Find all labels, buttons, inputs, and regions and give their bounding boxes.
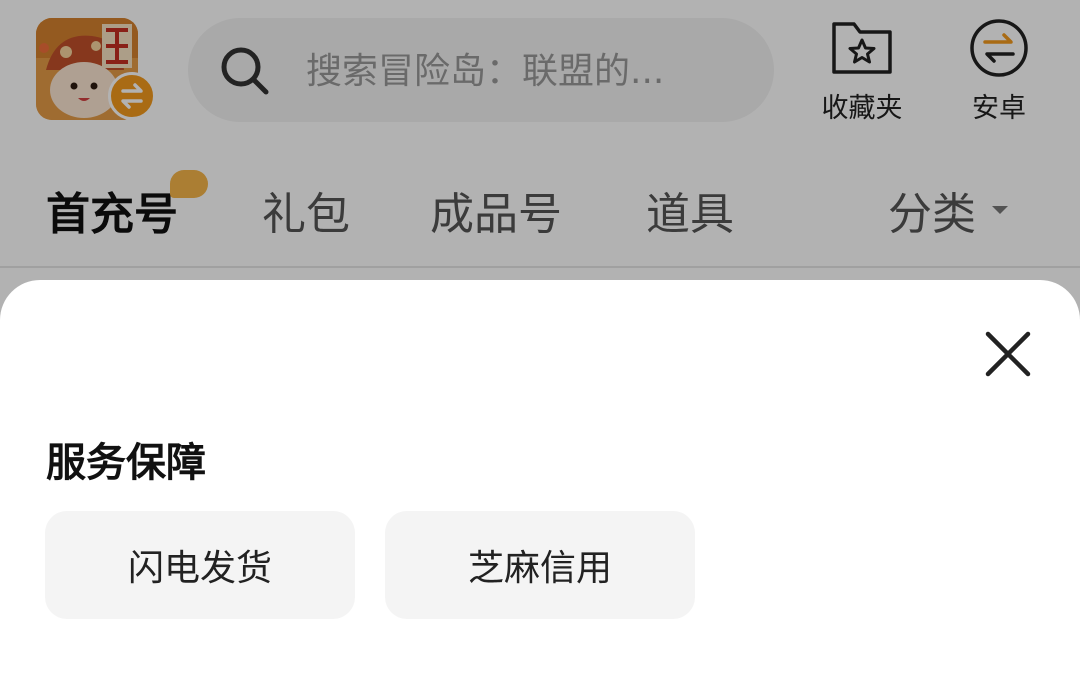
sheet-title: 服务保障 <box>46 440 206 486</box>
page: 收藏夹 安卓 首充号 礼包 成品号 道具 分类 <box>0 0 1080 676</box>
close-icon <box>985 331 1031 377</box>
option-label: 闪电发货 <box>127 548 272 589</box>
close-button[interactable] <box>978 324 1038 384</box>
option-lightning-delivery[interactable]: 闪电发货 <box>45 511 355 619</box>
service-filter-sheet: 服务保障 闪电发货 芝麻信用 <box>0 280 1080 676</box>
option-label: 芝麻信用 <box>467 548 612 589</box>
option-sesame-credit[interactable]: 芝麻信用 <box>385 511 695 619</box>
